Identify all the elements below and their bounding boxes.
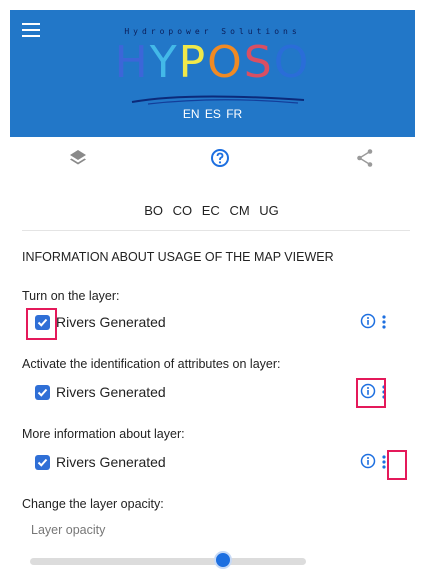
highlight-checkbox	[26, 308, 57, 340]
country-ec-link[interactable]: EC	[202, 203, 220, 218]
logo-swoosh	[131, 95, 305, 105]
opacity-slider[interactable]	[30, 551, 306, 569]
layer-label: Rivers Generated	[56, 384, 166, 400]
app-header: Hydropower Solutions HYPOSO EN ES FR	[10, 10, 415, 137]
panel-toolbar	[0, 148, 423, 174]
opacity-label: Layer opacity	[31, 523, 106, 537]
country-ug-link[interactable]: UG	[259, 203, 279, 218]
country-cm-link[interactable]: CM	[229, 203, 249, 218]
help-heading: INFORMATION ABOUT USAGE OF THE MAP VIEWE…	[22, 250, 334, 264]
highlight-info-icon	[356, 378, 386, 408]
layer-row: Rivers Generated	[22, 381, 412, 405]
slider-track[interactable]	[30, 558, 306, 565]
info-icon[interactable]	[360, 453, 376, 469]
logo-tagline: Hydropower Solutions	[124, 27, 301, 36]
section-divider	[22, 230, 410, 231]
step-3-text: More information about layer:	[22, 427, 185, 441]
step-2-text: Activate the identification of attribute…	[22, 357, 281, 371]
highlight-more-icon	[387, 450, 407, 480]
country-co-link[interactable]: CO	[173, 203, 193, 218]
layer-checkbox[interactable]	[35, 385, 50, 400]
country-bo-link[interactable]: BO	[144, 203, 163, 218]
more-vert-icon[interactable]	[379, 313, 389, 331]
help-icon[interactable]	[210, 148, 230, 173]
layer-label: Rivers Generated	[56, 314, 166, 330]
lang-fr-link[interactable]: FR	[226, 107, 242, 121]
layer-row: Rivers Generated	[22, 311, 412, 335]
step-1-text: Turn on the layer:	[22, 289, 120, 303]
share-icon[interactable]	[356, 148, 374, 173]
opacity-text: Change the layer opacity:	[22, 497, 164, 511]
slider-thumb[interactable]	[214, 551, 233, 569]
layer-row: Rivers Generated	[22, 451, 412, 475]
info-icon[interactable]	[360, 313, 376, 329]
layers-icon[interactable]	[69, 148, 87, 173]
lang-en-link[interactable]: EN	[183, 107, 200, 121]
country-selector: BO CO EC CM UG	[0, 203, 423, 218]
hyposo-logo: HYPOSO	[114, 37, 311, 88]
language-switcher: EN ES FR	[10, 107, 415, 121]
layer-checkbox[interactable]	[35, 455, 50, 470]
layer-label: Rivers Generated	[56, 454, 166, 470]
lang-es-link[interactable]: ES	[205, 107, 221, 121]
